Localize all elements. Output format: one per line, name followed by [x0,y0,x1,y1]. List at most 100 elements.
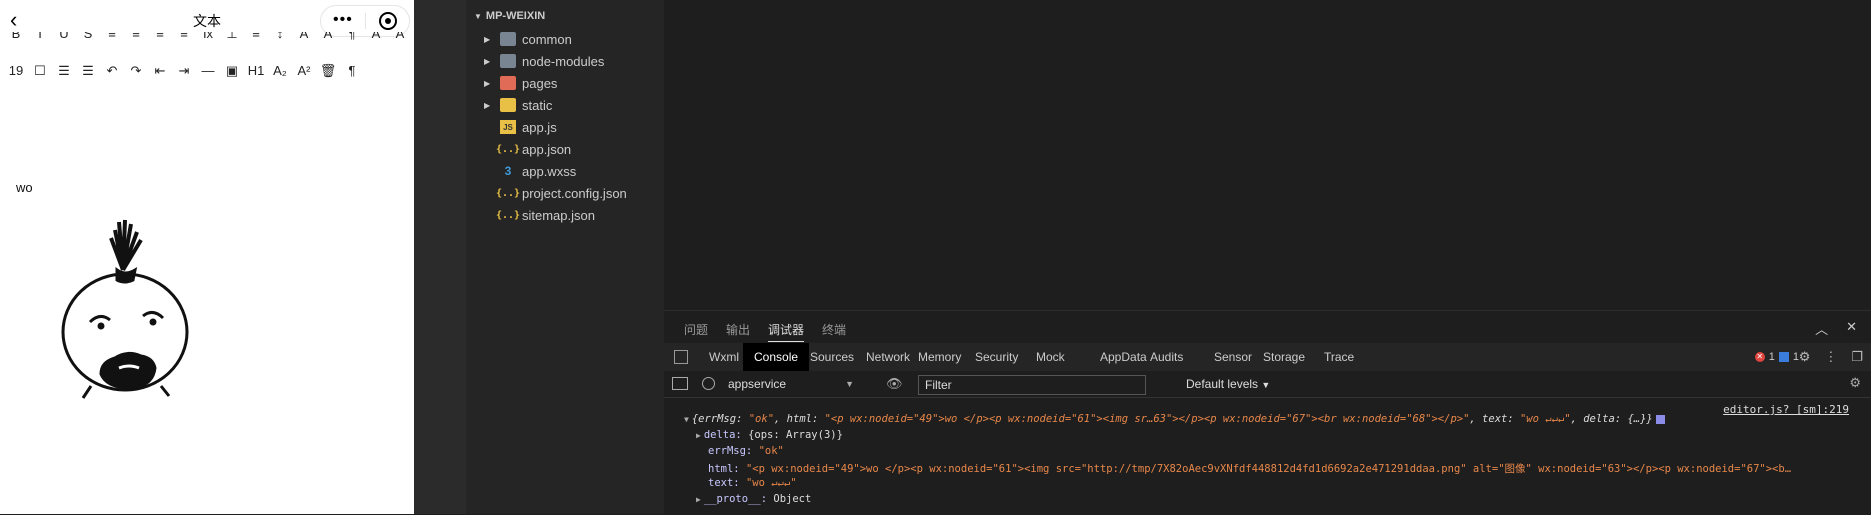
info-icon [1778,352,1789,362]
format-tool-icon[interactable]: ⊥ [222,32,242,44]
close-panel-icon[interactable]: ✕ [1846,319,1857,338]
errmsg-value: "ok" [758,445,784,457]
devtools-tab-storage[interactable]: Storage [1252,343,1316,371]
format-tool-icon[interactable]: ≡ [174,32,194,44]
format-tool-icon[interactable]: S [78,32,98,44]
log-proto-row[interactable]: ▶ __proto__: Object [696,493,811,505]
undock-icon[interactable]: ❐ [1851,349,1863,365]
editor-area [664,0,1871,310]
edit-tool-icon[interactable]: ⇥ [174,61,194,81]
filter-input[interactable] [918,375,1146,395]
devtools-tab-memory[interactable]: Memory [907,343,972,371]
edit-tool-icon[interactable]: ☰ [78,61,98,81]
format-tool-icon[interactable]: A [294,32,314,44]
format-tool-icon[interactable]: B [6,32,26,44]
message-badges[interactable]: ✕ 1 1 [1754,351,1799,363]
devtools-tab-mock[interactable]: Mock [1025,343,1076,371]
tree-item[interactable]: ▶ static [466,94,664,116]
expand-chevron-icon[interactable]: ▶ [484,79,496,88]
edit-tool-icon[interactable]: A₂ [270,61,290,81]
format-tool-icon[interactable]: A [318,32,338,44]
close-miniprogram-icon[interactable] [379,12,397,30]
source-link[interactable]: editor.js? [sm]:219 [1723,403,1849,416]
edit-tool-icon[interactable]: ↶ [102,61,122,81]
settings-gear-icon[interactable]: ⚙ [1799,349,1811,365]
inspect-element-icon[interactable] [674,350,688,364]
tree-item[interactable]: ▶ node-modules [466,50,664,72]
tree-item[interactable]: JS app.js [466,116,664,138]
log-delta-row[interactable]: ▶ delta: {ops: Array(3)} [696,429,843,441]
object-info-icon[interactable] [1655,414,1665,424]
expand-chevron-icon[interactable]: ▶ [484,57,496,66]
tab-debugger[interactable]: 调试器 [768,321,805,342]
edit-tool-icon[interactable]: ☐ [30,61,50,81]
sidebar-toggle-icon[interactable] [672,377,688,390]
format-tool-icon[interactable]: I [30,32,50,44]
tree-item[interactable]: {..} sitemap.json [466,204,664,226]
format-tool-icon[interactable]: ↕ [270,32,290,44]
tree-item[interactable]: ▶ common [466,28,664,50]
devtools-tab-audits[interactable]: Audits [1139,343,1194,371]
clear-console-icon[interactable] [702,377,715,390]
more-options-icon[interactable]: ⋮ [1824,349,1837,365]
devtools-tab-trace[interactable]: Trace [1313,343,1365,371]
format-tool-icon[interactable]: U [54,32,74,44]
more-dots-icon[interactable]: ••• [333,12,353,28]
format-tool-icon[interactable]: ¶ [342,32,362,44]
editor-content-text[interactable]: wo [16,180,33,195]
summary-open: {errMsg: [691,413,749,425]
simulator-panel: ‹ 文本 ••• B I U S ≡ ≡ ≡ ≡ Ix ⊥ ≡ ↕ A A ¶ A A 19 ☐ ☰ ☰ ↶ ↷ ⇤ ⇥ — ▣ H… [0,0,414,514]
default-levels-dropdown[interactable]: Default levels ▼ [1186,375,1270,394]
json-file-icon: {..} [495,187,521,199]
context-select[interactable]: appservice ▼ [728,375,858,393]
edit-tool-icon[interactable]: ↷ [126,61,146,81]
tree-item[interactable]: 3 app.wxss [466,160,664,182]
edit-tool-icon[interactable]: ▣ [222,61,242,81]
expand-chevron-icon[interactable]: ▶ [484,35,496,44]
edit-tool-icon[interactable]: A² [294,61,314,81]
summary-html: "<p wx:nodeid="49">wo </p><p wx:nodeid="… [824,413,1470,425]
tree-item[interactable]: {..} project.config.json [466,182,664,204]
panel-controls: ︿ ✕ [1815,319,1857,338]
devtools-right-controls: ⚙ ⋮ ❐ [1799,349,1863,365]
format-tool-icon[interactable]: ≡ [150,32,170,44]
expand-triangle-icon[interactable]: ▶ [696,431,701,440]
edit-tool-icon[interactable]: ⇤ [150,61,170,81]
format-tool-icon[interactable]: A [366,32,386,44]
devtools-tab-security[interactable]: Security [964,343,1029,371]
tree-item-label: common [522,31,572,47]
maximize-panel-icon[interactable]: ︿ [1815,319,1828,338]
edit-tool-icon[interactable]: 19 [6,61,26,81]
format-tool-icon[interactable]: Ix [198,32,218,44]
edit-tool-icon[interactable]: H1 [246,61,266,81]
format-tool-icon[interactable]: A [390,32,410,44]
tab-problems[interactable]: 问题 [684,321,708,338]
edit-tool-icon[interactable]: ¶ [342,61,362,81]
expand-chevron-icon[interactable]: ▶ [484,101,496,110]
log-html-row: html: "<p wx:nodeid="49">wo </p><p wx:no… [708,461,1791,476]
tab-output[interactable]: 输出 [726,321,750,338]
edit-tool-icon[interactable]: ☰ [54,61,74,81]
log-errmsg-row: errMsg: "ok" [708,445,784,457]
eye-icon[interactable]: 👁 [886,376,903,392]
tab-terminal[interactable]: 终端 [822,321,846,338]
console-settings-icon[interactable]: ⚙ [1849,375,1861,391]
format-tool-icon[interactable]: ≡ [126,32,146,44]
inserted-image[interactable] [55,210,205,410]
tree-item[interactable]: ▶ pages [466,72,664,94]
context-value: appservice [728,377,787,391]
format-tool-icon[interactable]: ≡ [246,32,266,44]
format-tool-icon[interactable]: ≡ [102,32,122,44]
tree-item-label: node-modules [522,53,605,69]
edit-tool-icon[interactable]: — [198,61,218,81]
static-folder-icon [500,98,516,112]
explorer-header[interactable]: ▼ MP-WEIXIN [474,10,545,22]
tree-item[interactable]: {..} app.json [466,138,664,160]
pages-folder-icon [500,76,516,90]
log-summary[interactable]: ▼ {errMsg: "ok", html: "<p wx:nodeid="49"… [684,413,1665,425]
expand-triangle-icon[interactable]: ▶ [696,495,701,504]
edit-tool-icon[interactable]: 🗑 [318,61,338,81]
expand-triangle-icon[interactable]: ▼ [684,415,689,424]
js-file-icon: JS [500,120,516,134]
bottom-panel: 问题 输出 调试器 终端 ︿ ✕ ✕ 1 1 ⚙ ⋮ ❐ Wxml Console… [664,310,1871,515]
